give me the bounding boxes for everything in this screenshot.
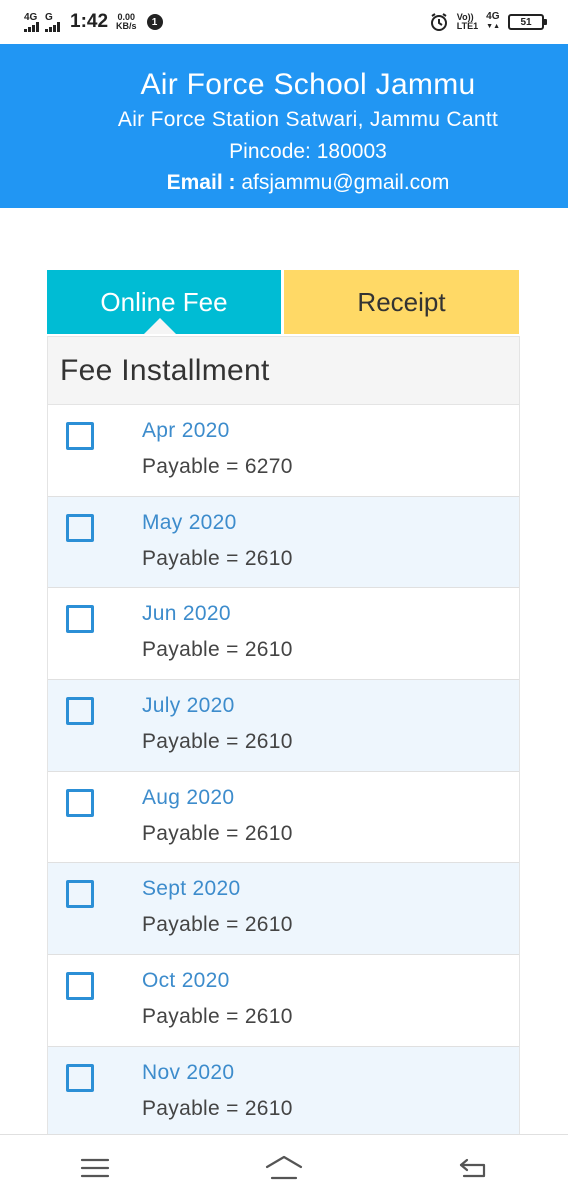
installment-month: May 2020 xyxy=(142,510,237,534)
installment-month: Nov 2020 xyxy=(142,1060,235,1084)
status-bar: 4G G 1:42 0.00 KB/s 1 Vo)) LTE1 4G ▼▲ 51 xyxy=(0,0,568,44)
home-button[interactable] xyxy=(254,1143,314,1193)
home-icon xyxy=(265,1155,303,1179)
installment-checkbox[interactable] xyxy=(66,1063,94,1092)
installment-checkbox[interactable] xyxy=(66,422,94,450)
installment-text: Sept 2020 Payable = 2610 xyxy=(142,877,293,937)
installment-month: Aug 2020 xyxy=(142,785,235,809)
school-pincode: Pincode: 180003 xyxy=(229,140,387,163)
installment-checkbox[interactable] xyxy=(66,605,94,634)
battery-icon: 51 xyxy=(508,14,547,30)
installment-checkbox[interactable] xyxy=(66,788,94,817)
system-nav-bar xyxy=(0,1134,568,1200)
menu-icon xyxy=(80,1158,109,1177)
signal-sim2-label: G xyxy=(45,11,53,23)
notification-count-badge: 1 xyxy=(146,14,163,30)
installment-list: Apr 2020 Payable = 6270 May 2020 Payable = … xyxy=(48,405,519,1139)
installment-month: July 2020 xyxy=(142,694,235,718)
back-icon xyxy=(460,1158,486,1177)
fee-tabs: Online Fee Receipt xyxy=(47,270,519,334)
installment-month: Jun 2020 xyxy=(142,602,231,626)
installment-payable: Payable = 2610 xyxy=(142,546,293,570)
network-speed: 0.00 KB/s xyxy=(116,13,137,31)
school-header: Air Force School Jammu Air Force Station… xyxy=(0,44,568,208)
network-4g-label: 4G xyxy=(486,11,500,22)
school-address: Air Force Station Satwari, Jammu Cantt xyxy=(117,108,499,131)
installment-payable: Payable = 2610 xyxy=(142,1005,293,1029)
installment-text: Apr 2020 Payable = 6270 xyxy=(142,419,293,479)
battery-level: 51 xyxy=(520,16,532,28)
panel-title: Fee Installment xyxy=(48,337,519,405)
installment-text: Jun 2020 Payable = 2610 xyxy=(142,602,293,662)
installment-text: Oct 2020 Payable = 2610 xyxy=(142,969,293,1029)
school-name: Air Force School Jammu xyxy=(140,68,476,101)
volte-icon: Vo)) LTE1 xyxy=(457,13,478,31)
clock-time: 1:42 xyxy=(70,11,109,32)
tab-receipt[interactable]: Receipt xyxy=(284,270,519,334)
installment-row[interactable]: Apr 2020 Payable = 6270 xyxy=(48,405,519,497)
installment-payable: Payable = 6270 xyxy=(142,455,293,478)
installment-checkbox[interactable] xyxy=(66,513,94,542)
volte-bottom-label: LTE1 xyxy=(456,21,479,31)
installment-row[interactable]: Nov 2020 Payable = 2610 xyxy=(48,1046,519,1139)
installment-month: Apr 2020 xyxy=(142,419,230,442)
signal-sim1-icon: 4G xyxy=(24,11,39,32)
installment-text: May 2020 Payable = 2610 xyxy=(142,511,293,571)
installment-checkbox[interactable] xyxy=(66,972,94,1001)
installment-payable: Payable = 2610 xyxy=(142,730,293,754)
email-value: afsjammu@gmail.com xyxy=(241,171,450,194)
installment-month: Oct 2020 xyxy=(142,969,230,993)
installment-row[interactable]: Sept 2020 Payable = 2610 xyxy=(48,863,519,956)
installment-row[interactable]: Jun 2020 Payable = 2610 xyxy=(48,588,519,681)
installment-row[interactable]: May 2020 Payable = 2610 xyxy=(48,496,519,589)
installment-text: Aug 2020 Payable = 2610 xyxy=(142,786,293,846)
installment-row[interactable]: Oct 2020 Payable = 2610 xyxy=(48,955,519,1047)
fee-installment-panel: Fee Installment Apr 2020 Payable = 6270 Ma… xyxy=(47,336,520,1140)
network-4g-icon: 4G ▼▲ xyxy=(486,11,500,31)
school-email: Email : afsjammu@gmail.com xyxy=(0,171,568,195)
menu-button[interactable] xyxy=(65,1143,125,1193)
email-label: Email : xyxy=(166,171,236,194)
signal-sim2-icon: G xyxy=(45,11,60,32)
installment-row[interactable]: July 2020 Payable = 2610 xyxy=(48,680,519,772)
signal-sim1-label: 4G xyxy=(24,11,38,23)
installment-checkbox[interactable] xyxy=(66,880,94,909)
installment-checkbox[interactable] xyxy=(66,697,94,726)
status-left: 4G G 1:42 0.00 KB/s 1 xyxy=(24,11,163,33)
network-speed-unit: KB/s xyxy=(116,21,137,31)
installment-text: July 2020 Payable = 2610 xyxy=(142,694,293,754)
tab-online-fee[interactable]: Online Fee xyxy=(47,270,281,334)
installment-payable: Payable = 2610 xyxy=(142,1096,293,1120)
status-right: Vo)) LTE1 4G ▼▲ 51 xyxy=(429,11,547,32)
installment-payable: Payable = 2610 xyxy=(142,821,293,845)
installment-payable: Payable = 2610 xyxy=(142,913,293,937)
installment-text: Nov 2020 Payable = 2610 xyxy=(142,1061,293,1121)
installment-payable: Payable = 2610 xyxy=(142,638,293,662)
alarm-clock-icon xyxy=(430,13,447,31)
installment-row[interactable]: Aug 2020 Payable = 2610 xyxy=(48,772,519,864)
installment-month: Sept 2020 xyxy=(142,877,241,901)
back-button[interactable] xyxy=(443,1143,503,1193)
